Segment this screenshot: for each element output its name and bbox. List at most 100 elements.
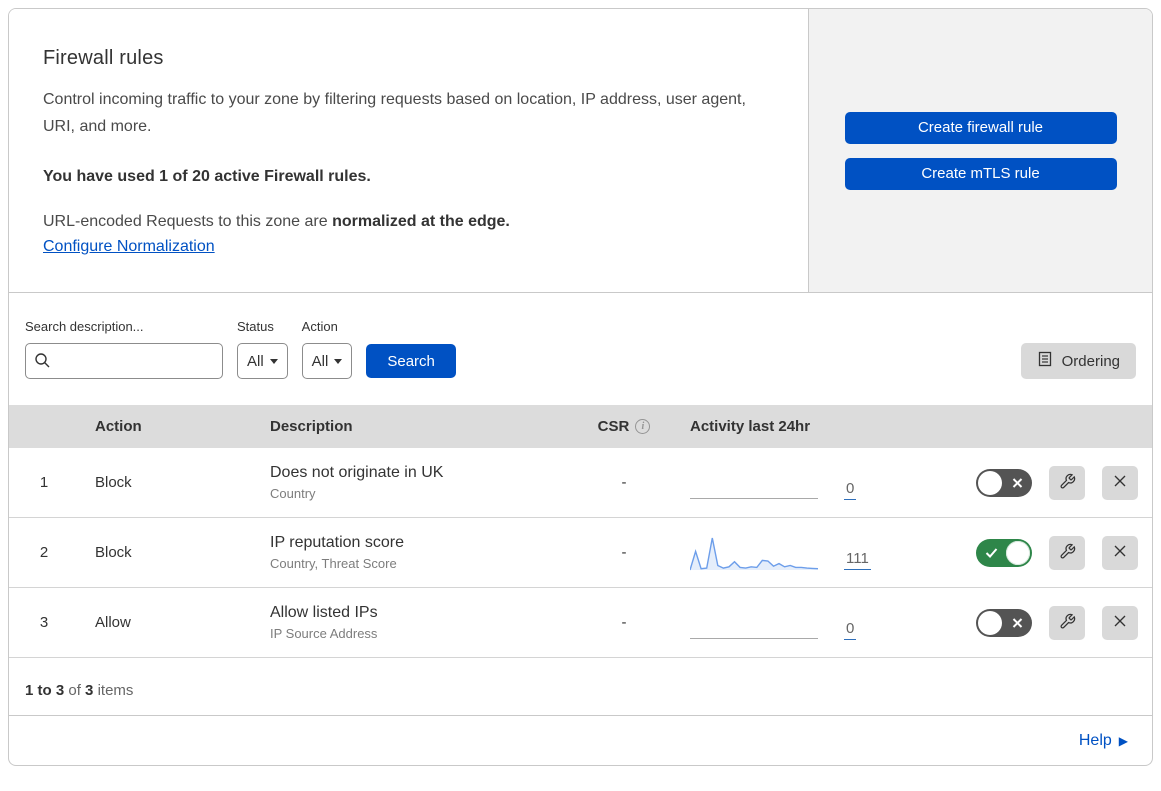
rule-controls — [914, 535, 1152, 570]
toggle-x-icon — [1012, 617, 1023, 628]
toggle-check-icon — [985, 547, 998, 558]
create-firewall-rule-button[interactable]: Create firewall rule — [844, 111, 1117, 144]
rule-action: Allow — [95, 614, 131, 631]
column-activity: Activity last 24hr — [690, 418, 811, 435]
help-card: Help ▶ — [8, 716, 1153, 766]
search-group: Search description... — [25, 319, 223, 379]
rule-activity-cell: 0 — [674, 604, 914, 642]
pagination-range: 1 to 3 — [25, 682, 65, 699]
rule-fields: IP Source Address — [270, 626, 378, 641]
rule-csr: - — [621, 544, 627, 561]
activity-sparkline — [689, 534, 819, 572]
ordering-button-label: Ordering — [1061, 352, 1120, 370]
header-card: Firewall rules Control incoming traffic … — [8, 8, 1153, 293]
wrench-icon — [1059, 613, 1076, 633]
normalization-bold: normalized at the edge. — [332, 213, 510, 230]
status-label: Status — [237, 319, 274, 334]
toggle-knob — [978, 610, 1002, 635]
page-description: Control incoming traffic to your zone by… — [43, 91, 746, 135]
rules-list-card: Search description... Status All Action — [8, 293, 1153, 716]
search-box — [25, 343, 223, 379]
rule-csr: - — [621, 474, 627, 491]
close-icon — [1112, 543, 1128, 562]
column-csr-label: CSR — [597, 418, 630, 435]
toggle-knob — [978, 470, 1002, 495]
edit-rule-button[interactable] — [1049, 535, 1085, 570]
rule-activity-cell: 111 — [674, 534, 914, 572]
usage-summary: You have used 1 of 20 active Firewall ru… — [43, 168, 371, 185]
table-header: Action Description CSR i Activity last 2… — [9, 405, 1152, 448]
edit-rule-button[interactable] — [1049, 465, 1085, 500]
wrench-icon — [1059, 473, 1076, 493]
rule-description: IP reputation score — [270, 534, 405, 551]
rule-description: Allow listed IPs — [270, 604, 378, 621]
column-action: Action — [95, 418, 142, 435]
normalization-text: URL-encoded Requests to this zone are — [43, 213, 333, 230]
table-row: 1 Block Does not originate in UK Country… — [9, 448, 1152, 518]
filter-bar: Search description... Status All Action — [9, 293, 1152, 405]
wrench-icon — [1059, 543, 1076, 563]
delete-rule-button[interactable] — [1102, 605, 1138, 640]
rule-action: Block — [95, 544, 132, 561]
search-label: Search description... — [25, 319, 144, 334]
delete-rule-button[interactable] — [1102, 535, 1138, 570]
status-select[interactable]: All — [237, 343, 288, 379]
rule-number: 2 — [39, 544, 49, 561]
toggle-x-icon — [1012, 477, 1023, 488]
activity-count-link[interactable]: 111 — [844, 550, 871, 570]
activity-sparkline-empty — [690, 464, 818, 502]
search-icon — [34, 352, 51, 374]
firewall-rules-page: Firewall rules Control incoming traffic … — [0, 0, 1161, 774]
rule-number: 1 — [39, 474, 49, 491]
activity-sparkline-empty — [690, 604, 818, 642]
activity-count-link[interactable]: 0 — [844, 480, 857, 500]
action-select[interactable]: All — [301, 343, 353, 379]
enable-toggle[interactable] — [976, 468, 1032, 497]
chevron-down-icon — [269, 358, 278, 364]
pagination-items: items — [97, 682, 134, 699]
edit-rule-button[interactable] — [1049, 605, 1085, 640]
arrow-right-icon: ▶ — [1118, 733, 1128, 748]
rule-activity-cell: 0 — [674, 464, 914, 502]
activity-count-link[interactable]: 0 — [844, 620, 857, 640]
rule-fields: Country, Threat Score — [270, 556, 397, 571]
rule-action: Block — [95, 474, 132, 491]
column-csr: CSR i — [574, 418, 674, 435]
help-link[interactable]: Help ▶ — [1079, 732, 1128, 750]
page-title: Firewall rules — [43, 47, 164, 69]
create-mtls-rule-button[interactable]: Create mTLS rule — [844, 157, 1117, 190]
info-icon[interactable]: i — [635, 419, 651, 434]
close-icon — [1112, 473, 1128, 492]
help-link-label: Help — [1078, 731, 1112, 749]
configure-normalization-link[interactable]: Configure Normalization — [43, 238, 215, 256]
action-select-value: All — [311, 352, 329, 370]
delete-rule-button[interactable] — [1102, 465, 1138, 500]
status-filter-group: Status All — [237, 319, 288, 379]
normalization-note: URL-encoded Requests to this zone are no… — [43, 213, 748, 231]
ordering-button[interactable]: Ordering — [1020, 343, 1136, 379]
action-filter-group: Action All — [301, 319, 353, 379]
rule-csr: - — [621, 614, 627, 631]
search-input[interactable] — [25, 343, 223, 379]
rule-fields: Country — [270, 486, 316, 501]
close-icon — [1112, 613, 1128, 632]
rule-number: 3 — [39, 614, 49, 631]
rule-controls — [914, 465, 1152, 500]
intro-panel: Firewall rules Control incoming traffic … — [9, 9, 809, 292]
ordering-list-icon — [1037, 351, 1053, 371]
action-label: Action — [301, 319, 338, 334]
toggle-knob — [1006, 540, 1030, 565]
pagination-total: 3 — [85, 682, 94, 699]
column-description: Description — [270, 418, 353, 435]
table-row: 3 Allow Allow listed IPs IP Source Addre… — [9, 588, 1152, 658]
rule-description-cell: IP reputation score Country, Threat Scor… — [254, 534, 574, 571]
rule-controls — [914, 605, 1152, 640]
chevron-down-icon — [334, 358, 343, 364]
rule-description-cell: Does not originate in UK Country — [254, 464, 574, 501]
search-button[interactable]: Search — [366, 344, 456, 378]
table-row: 2 Block IP reputation score Country, Thr… — [9, 518, 1152, 588]
enable-toggle[interactable] — [976, 538, 1032, 567]
status-select-value: All — [247, 352, 264, 370]
rule-description: Does not originate in UK — [270, 464, 444, 481]
enable-toggle[interactable] — [976, 608, 1032, 637]
